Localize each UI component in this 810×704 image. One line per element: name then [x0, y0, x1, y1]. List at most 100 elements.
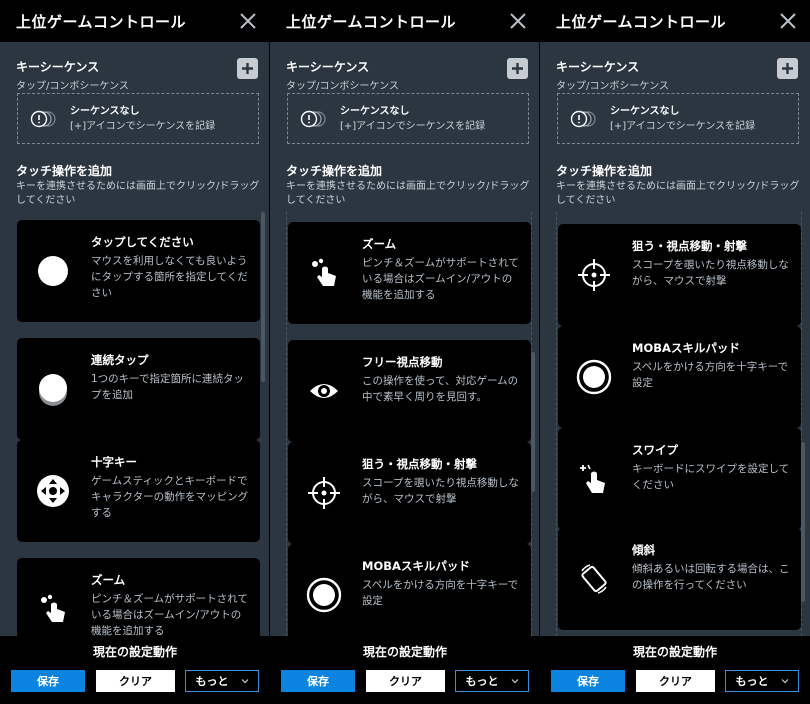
- touch-title: タッチ操作を追加: [16, 164, 113, 178]
- sequence-subtitle: タップ/コンボシーケンス: [286, 81, 399, 92]
- control-card-repeat-tap[interactable]: 連続タップ 1つのキーで指定箇所に連続タップを追加: [17, 338, 260, 440]
- chevron-down-icon: [511, 679, 518, 684]
- save-button[interactable]: 保存: [551, 670, 625, 692]
- touch-subtitle: キーを連携させるためには画面上でクリック/ドラッグしてください: [286, 181, 530, 206]
- title-bar: 上位ゲームコントロール: [270, 0, 539, 42]
- control-title: スワイプ: [632, 443, 678, 457]
- control-title: 十字キー: [91, 455, 137, 469]
- moba-pad-icon: [576, 359, 612, 395]
- control-list[interactable]: タップしてください マウスを利用しなくても良いようにタップする箇所を指定してくだ…: [16, 212, 262, 636]
- touch-header: タッチ操作を追加 キーを連携させるためには画面上でクリック/ドラッグしてください: [556, 162, 802, 208]
- footer: 現在の設定動作 保存 クリア もっと: [540, 636, 810, 704]
- control-card-zoom[interactable]: ズーム ピンチ＆ズームがサポートされている場合はズームイン/アウトの機能を追加す…: [288, 222, 531, 324]
- control-card-moba[interactable]: MOBAスキルパッド スペルをかける方向を十字キーで設定: [558, 326, 801, 428]
- scrollbar[interactable]: [261, 212, 265, 382]
- plus-icon: [242, 63, 253, 74]
- scrollbar[interactable]: [801, 442, 805, 602]
- add-sequence-button[interactable]: [237, 58, 258, 79]
- control-desc: スコープを覗いたり視点移動しながら、マウスで射撃: [632, 259, 789, 287]
- control-desc: 1つのキーで指定箇所に連続タップを追加: [91, 373, 245, 401]
- sequence-title: キーシーケンス: [16, 60, 100, 74]
- repeat-tap-icon: [39, 374, 67, 406]
- footer: 現在の設定動作 保存 クリア もっと: [0, 636, 269, 704]
- sequence-subtitle: タップ/コンボシーケンス: [16, 81, 129, 92]
- sequence-icon: [300, 110, 326, 127]
- control-title: フリー視点移動: [362, 355, 443, 369]
- control-card-free-look[interactable]: フリー視点移動 この操作を使って、対応ゲームの中で素早く周りを見回す。: [288, 340, 531, 442]
- tap-circle-icon: [38, 256, 68, 286]
- pinch-zoom-icon: [41, 594, 65, 622]
- crosshair-icon: [308, 477, 340, 509]
- more-dropdown[interactable]: もっと: [185, 670, 259, 692]
- sequence-empty-title: シーケンスなし: [610, 105, 680, 117]
- control-desc: 傾斜あるいは回転する場合は、この操作を行ってください: [632, 563, 790, 591]
- dpad-icon: [37, 475, 69, 507]
- control-desc: キーボードにスワイプを設定してください: [632, 463, 790, 491]
- clear-button[interactable]: クリア: [96, 670, 175, 692]
- sequence-icon: [570, 110, 596, 127]
- clear-button[interactable]: クリア: [366, 670, 445, 692]
- sequence-icon: [30, 110, 56, 127]
- control-desc: マウスを利用しなくても良いようにタップする箇所を指定してください: [91, 255, 248, 299]
- clear-button[interactable]: クリア: [636, 670, 715, 692]
- touch-title: タッチ操作を追加: [286, 164, 383, 178]
- window-title: 上位ゲームコントロール: [556, 12, 727, 31]
- tilt-icon: [581, 564, 607, 594]
- control-desc: スコープを覗いたり視点移動しながら、マウスで射撃: [362, 477, 519, 505]
- control-card-tap[interactable]: タップしてください マウスを利用しなくても良いようにタップする箇所を指定してくだ…: [17, 220, 260, 322]
- control-list[interactable]: 狙う・視点移動・射撃 スコープを覗いたり視点移動しながら、マウスで射撃 MOBA…: [556, 212, 802, 636]
- eye-icon: [310, 384, 338, 398]
- close-icon[interactable]: [508, 11, 528, 31]
- save-button[interactable]: 保存: [281, 670, 355, 692]
- control-desc: ゲームスティックとキーボードでキャラクターの動作をマッピングする: [91, 475, 249, 519]
- control-title: ズーム: [91, 573, 126, 587]
- close-icon[interactable]: [778, 11, 798, 31]
- control-desc: ピンチ＆ズームがサポートされている場合はズームイン/アウトの機能を追加する: [91, 593, 248, 636]
- pinch-zoom-icon: [312, 258, 336, 286]
- title-bar: 上位ゲームコントロール: [0, 0, 269, 42]
- control-card-aim[interactable]: 狙う・視点移動・射撃 スコープを覗いたり視点移動しながら、マウスで射撃: [558, 224, 801, 326]
- sequence-empty-hint: [+]アイコンでシーケンスを記録: [340, 120, 486, 132]
- more-label: もっと: [465, 675, 499, 688]
- control-card-swipe[interactable]: スワイプ キーボードにスワイプを設定してください: [558, 428, 801, 530]
- control-title: 傾斜: [632, 543, 655, 557]
- scrollbar[interactable]: [531, 352, 535, 492]
- control-title: 連続タップ: [91, 353, 149, 367]
- control-title: ズーム: [362, 237, 397, 251]
- chevron-down-icon: [241, 679, 248, 684]
- sequence-header: キーシーケンス タップ/コンボシーケンス: [16, 58, 260, 92]
- add-sequence-button[interactable]: [777, 58, 798, 79]
- control-title: 狙う・視点移動・射撃: [632, 239, 747, 253]
- save-button[interactable]: 保存: [11, 670, 85, 692]
- touch-header: タッチ操作を追加 キーを連携させるためには画面上でクリック/ドラッグしてください: [286, 162, 532, 208]
- sequence-empty-hint: [+]アイコンでシーケンスを記録: [610, 120, 756, 132]
- window-title: 上位ゲームコントロール: [16, 12, 187, 31]
- control-panel-2: 上位ゲームコントロール キーシーケンス タップ/コンボシーケンス シーケンスなし…: [270, 0, 540, 704]
- more-dropdown[interactable]: もっと: [455, 670, 529, 692]
- control-panel-1: 上位ゲームコントロール キーシーケンス タップ/コンボシーケンス シーケンスなし…: [0, 0, 270, 704]
- control-desc: スペルをかける方向を十字キーで設定: [362, 579, 519, 607]
- control-card-moba[interactable]: MOBAスキルパッド スペルをかける方向を十字キーで設定: [288, 544, 531, 636]
- control-card-dpad[interactable]: 十字キー ゲームスティックとキーボードでキャラクターの動作をマッピングする: [17, 440, 260, 542]
- close-icon[interactable]: [238, 11, 258, 31]
- chevron-down-icon: [781, 679, 788, 684]
- control-card-aim[interactable]: 狙う・視点移動・射撃 スコープを覗いたり視点移動しながら、マウスで射撃: [288, 442, 531, 544]
- window-title: 上位ゲームコントロール: [286, 12, 457, 31]
- touch-subtitle: キーを連携させるためには画面上でクリック/ドラッグしてください: [16, 181, 260, 206]
- sequence-header: キーシーケンス タップ/コンボシーケンス: [286, 58, 530, 92]
- add-sequence-button[interactable]: [507, 58, 528, 79]
- control-title: 狙う・視点移動・射撃: [362, 457, 477, 471]
- sequence-title: キーシーケンス: [286, 60, 370, 74]
- more-label: もっと: [735, 675, 769, 688]
- current-action-title: 現在の設定動作: [632, 645, 717, 659]
- control-title: MOBAスキルパッド: [632, 341, 740, 355]
- control-list[interactable]: ズーム ピンチ＆ズームがサポートされている場合はズームイン/アウトの機能を追加す…: [286, 212, 532, 636]
- control-title: MOBAスキルパッド: [362, 559, 470, 573]
- more-label: もっと: [195, 675, 229, 688]
- control-card-tilt[interactable]: 傾斜 傾斜あるいは回転する場合は、この操作を行ってください: [558, 528, 801, 630]
- more-dropdown[interactable]: もっと: [725, 670, 799, 692]
- sequence-subtitle: タップ/コンボシーケンス: [556, 81, 669, 92]
- control-card-zoom[interactable]: ズーム ピンチ＆ズームがサポートされている場合はズームイン/アウトの機能を追加す…: [17, 558, 260, 636]
- control-desc: この操作を使って、対応ゲームの中で素早く周りを見回す。: [362, 375, 519, 403]
- touch-header: タッチ操作を追加 キーを連携させるためには画面上でクリック/ドラッグしてください: [16, 162, 262, 208]
